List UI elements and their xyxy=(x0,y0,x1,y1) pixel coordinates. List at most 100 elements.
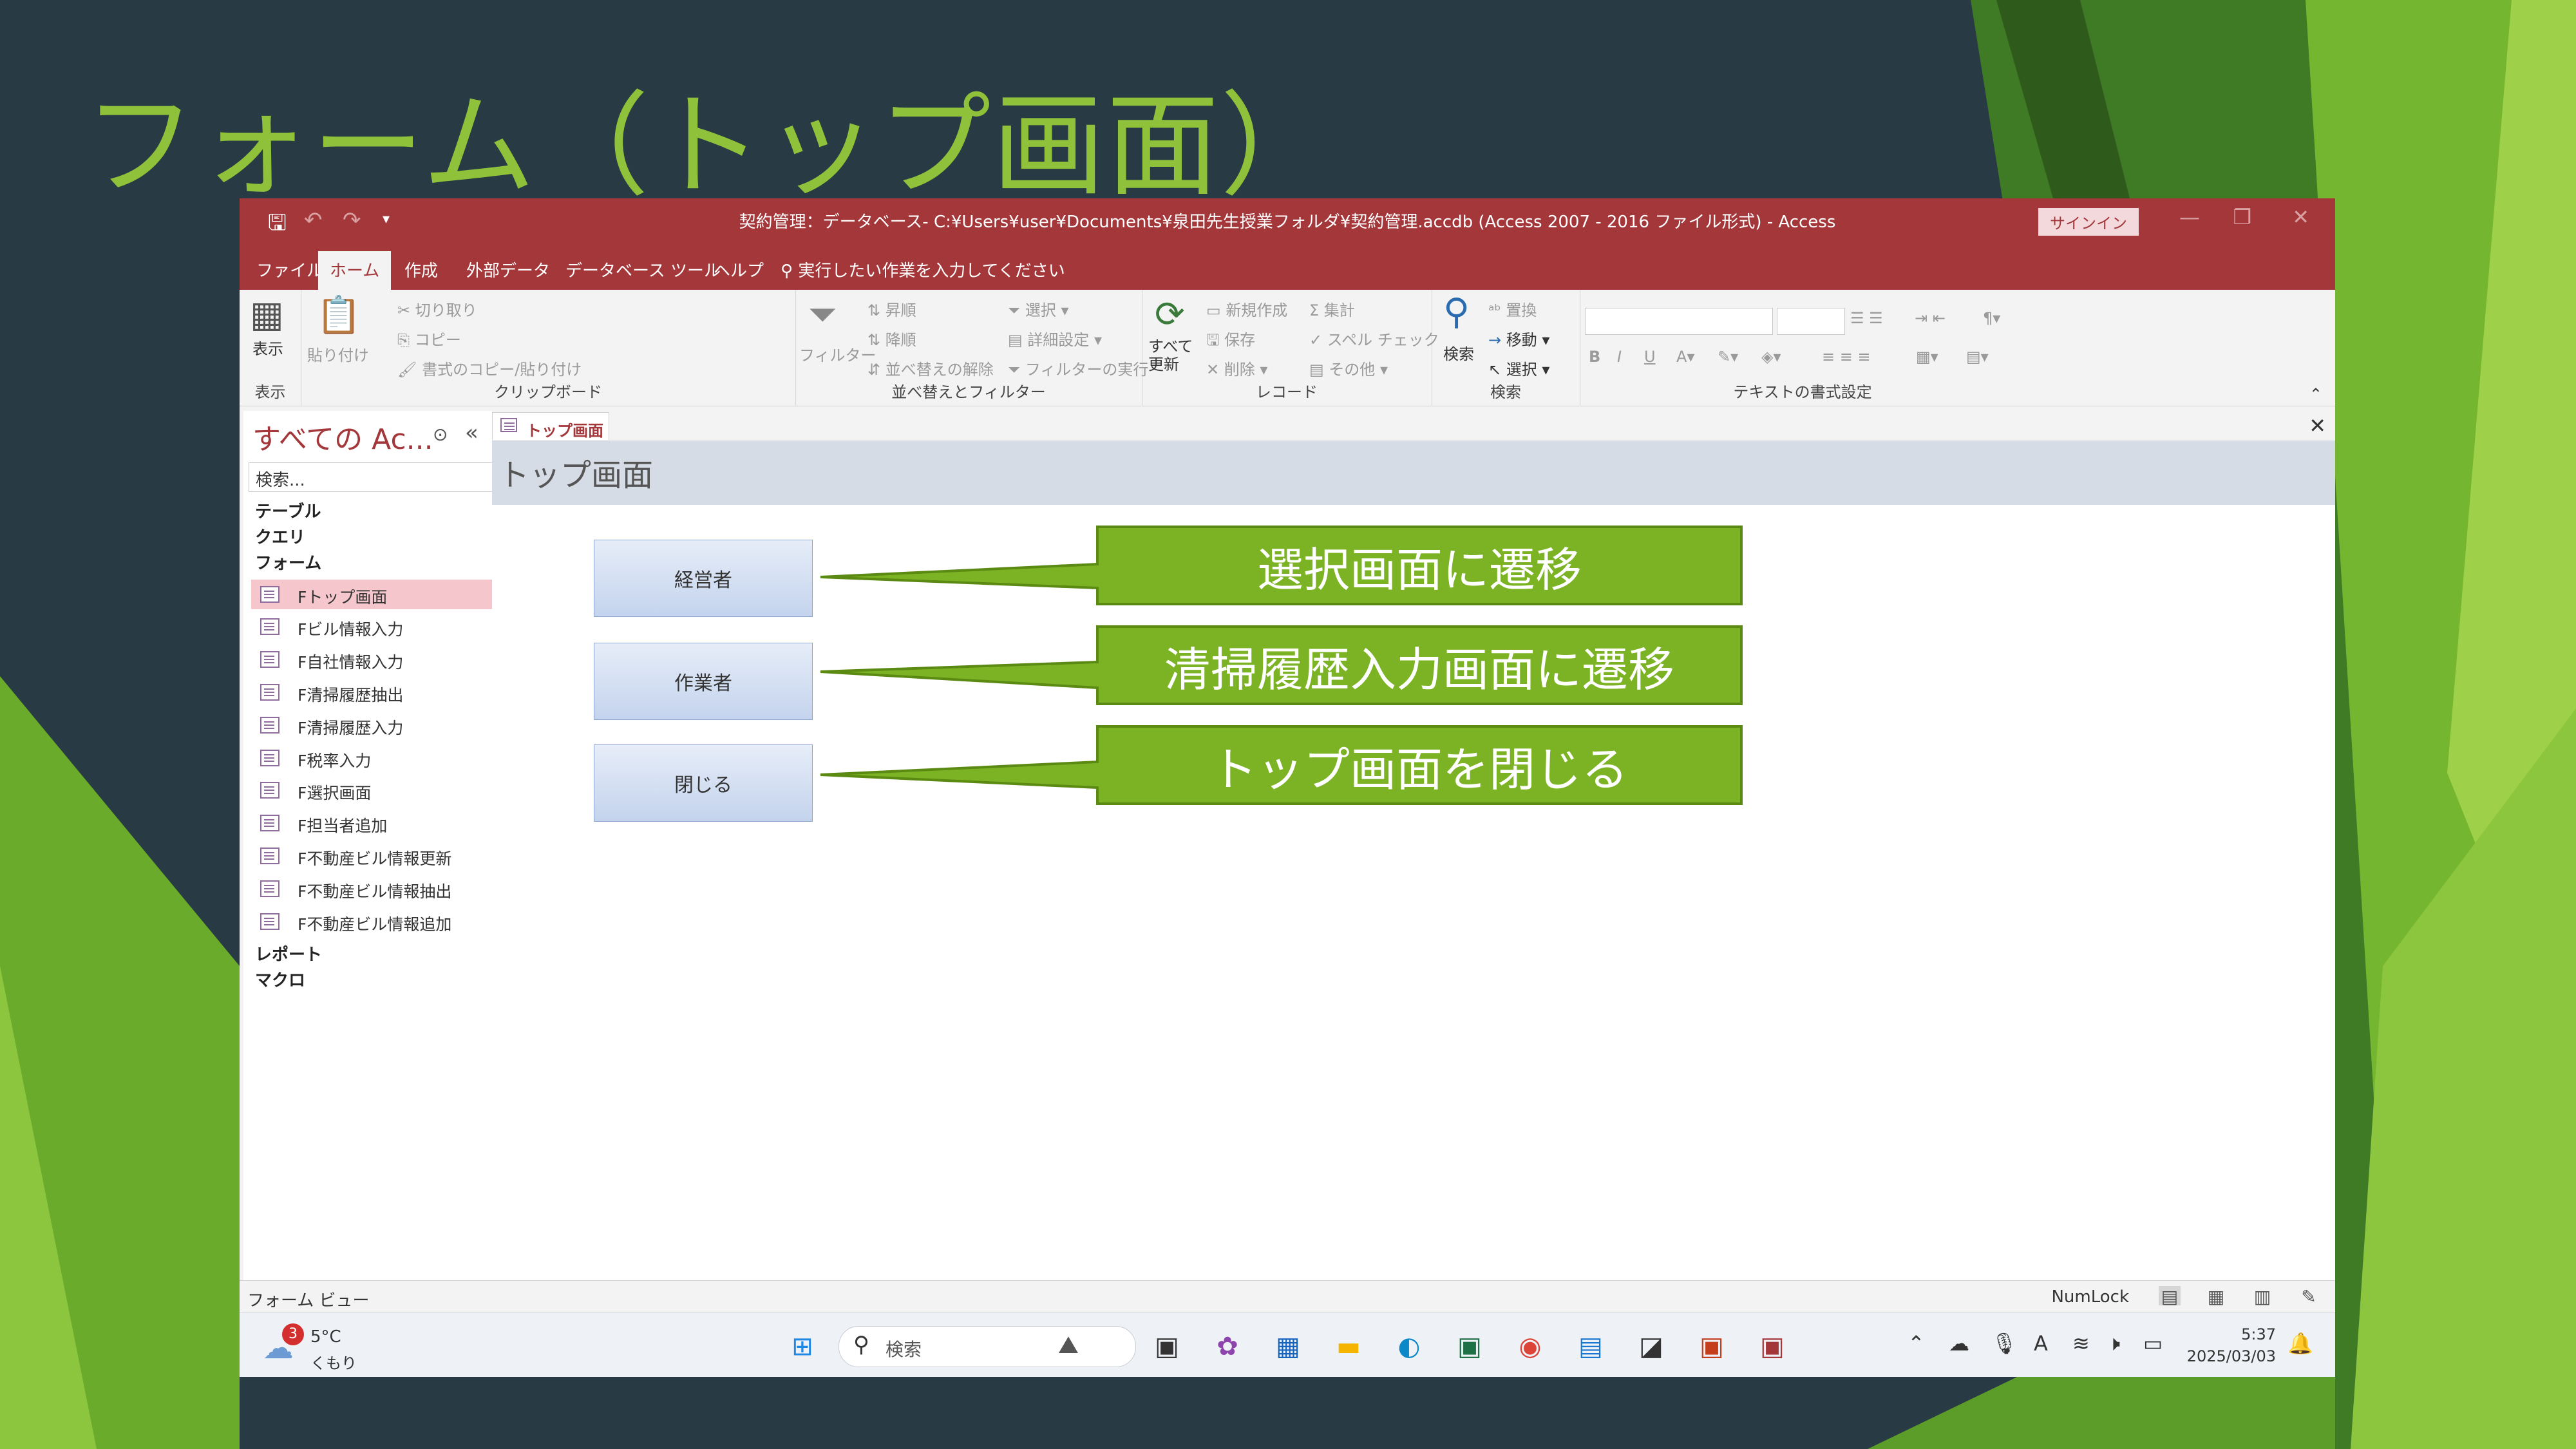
battery-icon[interactable]: ▭ xyxy=(2143,1331,2163,1356)
cut-button[interactable]: ✂ 切り取り xyxy=(397,298,477,320)
toggle-filter-button[interactable]: ⏷ フィルターの実行 xyxy=(1008,357,1148,379)
layout-view-icon[interactable]: ▥ xyxy=(2251,1286,2273,1307)
selection-button[interactable]: ⏷ 選択 ▾ xyxy=(1008,298,1069,320)
form-icon xyxy=(260,684,279,701)
nav-menu-icon[interactable]: ⊙ xyxy=(433,424,448,445)
brush-icon: 🖌 xyxy=(397,361,422,379)
font-color-icon[interactable]: A▾ xyxy=(1676,348,1694,366)
notepad-icon[interactable]: ▤ xyxy=(1573,1329,1609,1365)
sort-asc-button[interactable]: ⇅ 昇順 xyxy=(867,298,916,320)
weather-temp: 5°C xyxy=(310,1327,341,1347)
rtl-icon[interactable]: ¶▾ xyxy=(1983,309,2000,327)
notification-icon[interactable]: 🔔 xyxy=(2287,1331,2313,1356)
nav-collapse-icon[interactable]: « xyxy=(465,420,478,446)
callout-text: 清掃履歴入力画面に遷移 xyxy=(1164,642,1674,697)
close-form-button[interactable]: 閉じる xyxy=(594,744,813,822)
delete-record-button[interactable]: ✕ 削除 ▾ xyxy=(1206,357,1267,379)
worker-button[interactable]: 作業者 xyxy=(594,643,813,720)
tab-home[interactable]: ホーム xyxy=(318,251,392,292)
font-name-select[interactable] xyxy=(1585,308,1773,335)
tell-me-box[interactable]: ⚲ 実行したい作業を入力してください xyxy=(781,258,1065,281)
powerpoint-icon[interactable]: ▣ xyxy=(1694,1329,1730,1365)
group-clipboard: 📋 貼り付け ✂ 切り取り ⎘ コピー 🖌 書式のコピー/貼り付け クリップボー… xyxy=(301,290,796,406)
goto-button[interactable]: → 移動 ▾ xyxy=(1488,327,1549,350)
datasheet-view-icon[interactable]: ▦ xyxy=(2205,1286,2227,1307)
nav-category-macros[interactable]: マクロ xyxy=(255,967,305,991)
collapse-ribbon-icon[interactable]: ⌃ xyxy=(2309,385,2322,403)
onedrive-icon[interactable]: ☁ xyxy=(1949,1331,1969,1356)
taskbar-search-placeholder: 検索 xyxy=(886,1339,922,1360)
form-icon xyxy=(260,782,279,799)
tab-create[interactable]: 作成 xyxy=(404,258,438,281)
fill-color-icon[interactable]: ◈▾ xyxy=(1761,348,1781,366)
gridlines-icon[interactable]: ▤▾ xyxy=(1966,348,1989,366)
edge-icon[interactable]: ◐ xyxy=(1391,1329,1427,1365)
tab-external-data[interactable]: 外部データ xyxy=(466,258,550,281)
conditional-format-icon[interactable]: ▦▾ xyxy=(1916,348,1938,366)
signin-button[interactable]: サインイン xyxy=(2038,208,2139,236)
store-icon[interactable]: ▦ xyxy=(1270,1329,1306,1365)
volume-icon[interactable]: 🕨 xyxy=(2107,1331,2120,1356)
select-button[interactable]: ↖ 選択 ▾ xyxy=(1488,357,1549,379)
sticky-notes-icon[interactable]: ◪ xyxy=(1633,1329,1669,1365)
chevron-up-icon[interactable]: ⌃ xyxy=(1908,1331,1925,1356)
chrome-icon[interactable]: ◉ xyxy=(1512,1329,1548,1365)
tab-database-tools[interactable]: データベース ツール xyxy=(565,258,721,281)
nav-category-queries[interactable]: クエリ xyxy=(255,524,305,548)
nav-category-forms[interactable]: フォーム xyxy=(255,550,321,574)
underline-icon[interactable]: U xyxy=(1644,348,1656,366)
tab-help[interactable]: ヘルプ xyxy=(714,258,764,281)
nav-pane-title[interactable]: すべての Ac... xyxy=(252,416,433,457)
advanced-button[interactable]: ▤ 詳細設定 ▾ xyxy=(1008,327,1102,350)
task-view-icon[interactable]: ▣ xyxy=(1149,1329,1185,1365)
more-button[interactable]: ▤ その他 ▾ xyxy=(1309,357,1388,379)
maximize-icon[interactable]: ❐ xyxy=(2233,205,2251,229)
totals-button[interactable]: Σ 集計 xyxy=(1309,298,1355,320)
minimize-icon[interactable]: — xyxy=(2179,205,2200,229)
save-record-button[interactable]: 🖫 保存 xyxy=(1206,327,1255,355)
copilot-icon[interactable]: ✿ xyxy=(1209,1329,1245,1365)
italic-icon[interactable]: I xyxy=(1617,348,1622,366)
new-record-button[interactable]: ▭ 新規作成 xyxy=(1206,298,1287,320)
refresh-all-button[interactable]: すべて更新 xyxy=(1148,337,1193,374)
wifi-icon[interactable]: ≋ xyxy=(2072,1331,2090,1356)
excel-icon[interactable]: ▣ xyxy=(1452,1329,1488,1365)
nav-category-tables[interactable]: テーブル xyxy=(255,498,321,522)
copy-button[interactable]: ⎘ コピー xyxy=(397,327,461,350)
close-window-icon[interactable]: ✕ xyxy=(2292,205,2309,229)
scissors-icon: ✂ xyxy=(397,301,415,319)
nav-category-reports[interactable]: レポート xyxy=(255,942,322,965)
find-button[interactable]: 検索 xyxy=(1443,341,1474,364)
form-view-icon[interactable]: ▤ xyxy=(2159,1286,2181,1307)
highlight-icon[interactable]: ✎▾ xyxy=(1718,348,1738,366)
group-find: ⚲ 検索 ᵃᵇ 置換 → 移動 ▾ ↖ 選択 ▾ 検索 xyxy=(1432,290,1580,406)
ime-icon[interactable]: A xyxy=(2034,1331,2048,1356)
font-size-select[interactable] xyxy=(1777,308,1845,335)
manager-button[interactable]: 経営者 xyxy=(594,540,813,617)
view-button[interactable]: 表示 xyxy=(252,336,283,359)
tab-file[interactable]: ファイル xyxy=(256,258,323,281)
indent-icon[interactable]: ⇥ ⇤ xyxy=(1915,309,1946,327)
filter-button[interactable]: フィルター xyxy=(799,343,876,365)
spelling-button[interactable]: ✓ スペル チェック xyxy=(1309,327,1439,350)
sort-desc-button[interactable]: ⇅ 降順 xyxy=(867,327,916,350)
access-icon[interactable]: ▣ xyxy=(1754,1329,1790,1365)
format-painter-button[interactable]: 🖌 書式のコピー/貼り付け xyxy=(397,357,582,379)
windows-start-icon[interactable]: ⊞ xyxy=(784,1329,820,1365)
replace-button[interactable]: ᵃᵇ 置換 xyxy=(1488,298,1537,320)
selection-filter-icon: ⏷ xyxy=(1008,301,1025,319)
file-explorer-icon[interactable]: ▬ xyxy=(1331,1329,1367,1365)
microphone-icon[interactable]: 🎙 xyxy=(1991,1331,2018,1356)
clear-sort-button[interactable]: ⇵ 並べ替えの解除 xyxy=(867,357,994,379)
sort-asc-icon: ⇅ xyxy=(867,301,886,319)
paste-button[interactable]: 貼り付け xyxy=(307,343,369,365)
bullets-icon[interactable]: ☰ ☰ xyxy=(1850,309,1883,327)
bold-icon[interactable]: B xyxy=(1589,348,1600,366)
align-icons[interactable]: ≡ ≡ ≡ xyxy=(1822,348,1871,366)
system-clock[interactable]: 5:37 2025/03/03 xyxy=(2187,1323,2276,1367)
design-view-icon[interactable]: ✎ xyxy=(2298,1286,2320,1307)
spellcheck-icon: ✓ xyxy=(1309,331,1327,349)
ribbon-tabs: ファイル ホーム 作成 外部データ データベース ツール ヘルプ ⚲ 実行したい… xyxy=(240,243,2335,292)
taskbar-search[interactable]: ⚲ 検索 ⛰ xyxy=(838,1326,1136,1367)
form-icon xyxy=(260,717,279,734)
